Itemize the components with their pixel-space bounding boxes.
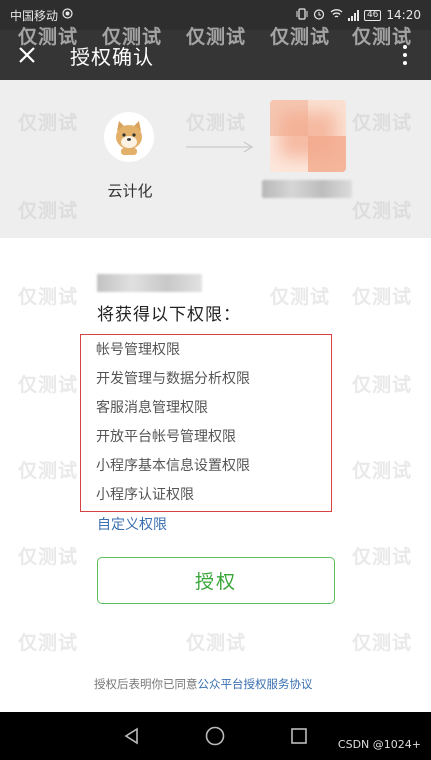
- clock-label: 14:20: [386, 8, 421, 22]
- watermark-text: 仅测试: [352, 460, 413, 482]
- app-bar: 授权确认: [0, 30, 431, 80]
- back-triangle-icon: [124, 727, 138, 745]
- wifi-icon: [330, 8, 343, 22]
- user-avatar: [270, 100, 346, 172]
- custom-permissions-link[interactable]: 自定义权限: [97, 514, 167, 534]
- carrier-label: 中国移动: [10, 8, 59, 23]
- vibrate-icon: [296, 7, 308, 23]
- app-avatar: [104, 112, 154, 162]
- csdn-watermark: CSDN @1024+: [337, 738, 421, 751]
- watermark-text: 仅测试: [352, 374, 413, 396]
- home-button[interactable]: [200, 721, 230, 751]
- watermark-text: 仅测试: [18, 460, 79, 482]
- close-icon: [19, 47, 35, 63]
- watermark-text: 仅测试: [18, 546, 79, 568]
- shiba-dog-icon: [116, 121, 142, 155]
- watermark-text: 仅测试: [352, 632, 413, 654]
- system-nav-bar: [0, 712, 431, 760]
- watermark-text: 仅测试: [352, 546, 413, 568]
- permission-list: 帐号管理权限 开发管理与数据分析权限 客服消息管理权限 开放平台帐号管理权限 小…: [96, 340, 250, 514]
- page-title: 授权确认: [70, 44, 154, 69]
- watermark-text: 仅测试: [186, 632, 247, 654]
- watermark-text: 仅测试: [270, 286, 331, 308]
- status-bar: 中国移动 46 14:20: [0, 0, 431, 30]
- close-button[interactable]: [14, 42, 40, 68]
- permissions-heading: 将获得以下权限：: [97, 305, 241, 325]
- authorization-parties-panel: [0, 80, 431, 238]
- agreement-prefix: 授权后表明你已同意: [94, 677, 198, 691]
- user-name-redacted: [262, 180, 352, 198]
- app-name: 云计化: [107, 182, 153, 200]
- watermark-text: 仅测试: [18, 286, 79, 308]
- watermark-text: 仅测试: [352, 286, 413, 308]
- permission-item: 小程序认证权限: [96, 487, 194, 503]
- arrow-right-icon: [186, 141, 254, 153]
- permission-item: 小程序基本信息设置权限: [96, 458, 250, 474]
- recents-square-icon: [291, 728, 307, 744]
- permission-item: 帐号管理权限: [96, 342, 180, 358]
- back-button[interactable]: [117, 721, 147, 751]
- sync-icon: [62, 8, 73, 22]
- authorize-button[interactable]: 授权: [97, 557, 335, 604]
- signal-icon: [347, 9, 359, 21]
- agreement-link[interactable]: 公众平台授权服务协议: [198, 677, 313, 691]
- more-menu-button[interactable]: [393, 42, 417, 68]
- account-name-redacted: [97, 274, 202, 292]
- watermark-text: 仅测试: [18, 374, 79, 396]
- permission-item: 客服消息管理权限: [96, 400, 208, 416]
- home-circle-icon: [206, 726, 225, 746]
- agreement-note: 授权后表明你已同意公众平台授权服务协议: [94, 676, 313, 692]
- battery-indicator: 46: [363, 9, 382, 21]
- permission-item: 开发管理与数据分析权限: [96, 371, 250, 387]
- watermark-text: 仅测试: [18, 632, 79, 654]
- permission-item: 开放平台帐号管理权限: [96, 429, 236, 445]
- alarm-icon: [313, 8, 325, 23]
- recents-button[interactable]: [284, 721, 314, 751]
